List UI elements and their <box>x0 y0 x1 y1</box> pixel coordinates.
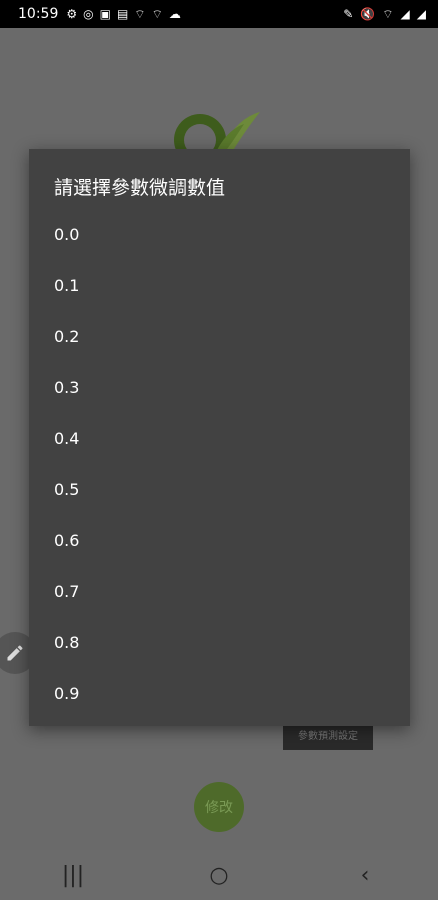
mute-icon: 🔇 <box>360 6 376 21</box>
wifi-icon: ⌔ <box>134 6 146 21</box>
option-0.8[interactable]: 0.8 <box>29 617 410 668</box>
target-icon: ◎ <box>83 6 94 21</box>
pen-icon: ✎ <box>343 6 354 21</box>
value-picker-dialog: 請選擇參數微調數值 0.0 0.1 0.2 0.3 0.4 0.5 0.6 0.… <box>29 149 410 726</box>
navigation-bar: ||| ○ ‹ <box>0 850 438 900</box>
option-0.0[interactable]: 0.0 <box>29 209 410 260</box>
gallery-icon: ▣ <box>99 6 111 21</box>
status-right-icons: ✎ 🔇 ⌔ ◢ ◢ <box>343 7 426 22</box>
signal-icon: ◢ <box>400 6 410 21</box>
option-0.1[interactable]: 0.1 <box>29 260 410 311</box>
option-0.5[interactable]: 0.5 <box>29 464 410 515</box>
wifi-icon: ⌔ <box>382 6 394 21</box>
option-0.7[interactable]: 0.7 <box>29 566 410 617</box>
cloud-icon: ☁ <box>168 6 181 21</box>
option-0.4[interactable]: 0.4 <box>29 413 410 464</box>
pencil-icon <box>7 645 23 661</box>
document-icon: ▤ <box>116 6 129 21</box>
status-bar: 10:59 ⚙ ◎ ▣ ▤ ⌔ ⌔ ☁ ✎ 🔇 ⌔ ◢ ◢ <box>0 0 438 28</box>
settings-icon: ⚙ <box>66 6 78 21</box>
signal-icon: ◢ <box>416 6 426 21</box>
status-left-icons: ⚙ ◎ ▣ ▤ ⌔ ⌔ ☁ <box>66 7 181 22</box>
recents-button[interactable]: ||| <box>43 863 103 888</box>
option-0.2[interactable]: 0.2 <box>29 311 410 362</box>
option-0.9[interactable]: 0.9 <box>29 668 410 719</box>
wifi-icon: ⌔ <box>151 6 163 21</box>
option-0.6[interactable]: 0.6 <box>29 515 410 566</box>
home-button[interactable]: ○ <box>189 863 249 888</box>
dialog-title: 請選擇參數微調數值 <box>54 177 226 199</box>
status-time: 10:59 <box>18 6 59 22</box>
back-button[interactable]: ‹ <box>335 863 395 888</box>
modify-button[interactable]: 修改 <box>194 782 244 832</box>
option-0.3[interactable]: 0.3 <box>29 362 410 413</box>
